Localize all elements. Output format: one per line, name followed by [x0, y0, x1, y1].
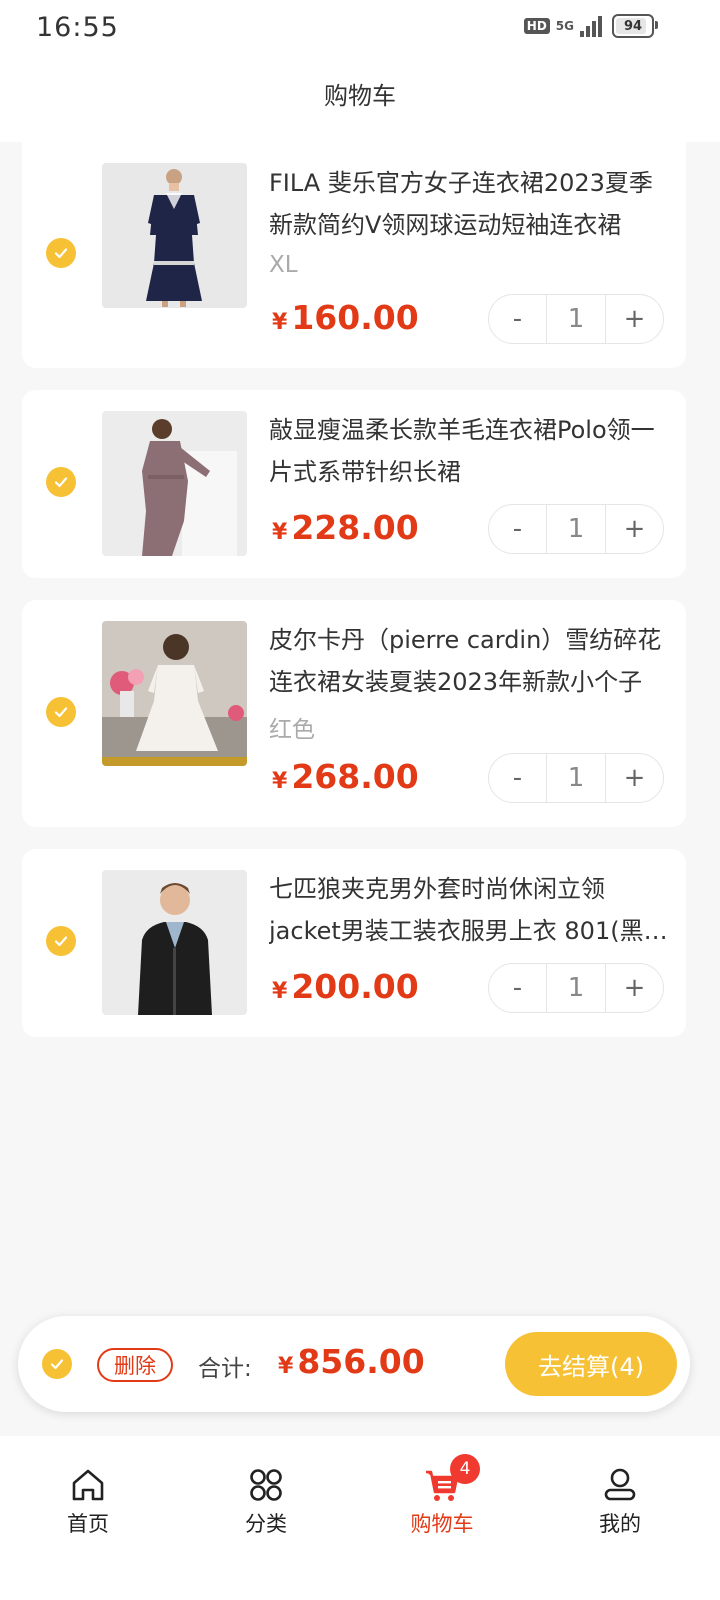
decrease-button[interactable]: -	[489, 295, 546, 343]
currency-symbol: ¥	[272, 979, 288, 1004]
product-name[interactable]: 七匹狼夹克男外套时尚休闲立领jacket男装工装衣服男上衣 801(黑色)	[269, 868, 669, 952]
price-value: 160.00	[291, 298, 419, 337]
category-icon	[250, 1469, 282, 1501]
currency-symbol: ¥	[278, 1354, 294, 1379]
currency-symbol: ¥	[272, 520, 288, 545]
cart-item: 皮尔卡丹（pierre cardin）雪纺碎花连衣裙女装夏装2023年新款小个子…	[22, 600, 686, 827]
quantity-input[interactable]: 1	[546, 505, 606, 553]
product-price: ¥228.00	[272, 508, 419, 547]
quantity-input[interactable]: 1	[546, 295, 606, 343]
total-value: 856.00	[297, 1342, 425, 1381]
quantity-input[interactable]: 1	[546, 964, 606, 1012]
quantity-input[interactable]: 1	[546, 754, 606, 802]
system-icons: HD 5G 94	[523, 14, 658, 38]
tab-label: 购物车	[410, 1512, 474, 1536]
item-checkbox[interactable]	[46, 238, 76, 268]
increase-button[interactable]: +	[606, 505, 663, 553]
cart-item: 七匹狼夹克男外套时尚休闲立领jacket男装工装衣服男上衣 801(黑色) ¥2…	[22, 849, 686, 1037]
product-image[interactable]	[102, 411, 247, 556]
tab-home[interactable]: 首页	[38, 1466, 138, 1538]
product-image[interactable]	[102, 163, 247, 308]
product-image[interactable]	[102, 621, 247, 766]
increase-button[interactable]: +	[606, 964, 663, 1012]
check-icon	[54, 936, 68, 947]
tab-label: 分类	[245, 1512, 287, 1536]
cart-item: 敲显瘦温柔长款羊毛连衣裙Polo领一片式系带针织长裙 ¥228.00 - 1 +	[22, 390, 686, 578]
cart-badge: 4	[450, 1454, 480, 1484]
status-bar: 16:55 HD 5G 94	[0, 0, 720, 56]
product-spec: XL	[269, 252, 298, 278]
select-all-checkbox[interactable]	[42, 1349, 72, 1379]
signal-icon	[580, 15, 602, 37]
item-checkbox[interactable]	[46, 926, 76, 956]
status-time: 16:55	[36, 12, 119, 43]
delete-button[interactable]: 删除	[97, 1348, 173, 1382]
total-price: ¥856.00	[278, 1342, 425, 1381]
checkout-bar: 删除 合计: ¥856.00 去结算(4)	[18, 1316, 690, 1412]
page-title: 购物车	[324, 82, 396, 110]
currency-symbol: ¥	[272, 310, 288, 335]
tab-profile[interactable]: 我的	[570, 1466, 670, 1538]
decrease-button[interactable]: -	[489, 505, 546, 553]
home-icon	[72, 1469, 104, 1501]
increase-button[interactable]: +	[606, 754, 663, 802]
quantity-stepper: - 1 +	[488, 963, 664, 1013]
item-checkbox[interactable]	[46, 697, 76, 727]
tab-category[interactable]: 分类	[216, 1466, 316, 1538]
battery-icon: 94	[612, 14, 658, 38]
quantity-stepper: - 1 +	[488, 753, 664, 803]
product-spec: 红色	[269, 717, 315, 743]
price-value: 200.00	[291, 967, 419, 1006]
price-value: 268.00	[291, 757, 419, 796]
quantity-stepper: - 1 +	[488, 504, 664, 554]
tab-cart[interactable]: 4 购物车	[392, 1454, 492, 1538]
checkout-button[interactable]: 去结算(4)	[505, 1332, 677, 1396]
product-name[interactable]: 皮尔卡丹（pierre cardin）雪纺碎花连衣裙女装夏装2023年新款小个子	[269, 619, 669, 703]
battery-level: 94	[623, 18, 643, 34]
user-icon	[604, 1468, 636, 1501]
currency-symbol: ¥	[272, 769, 288, 794]
check-icon	[54, 248, 68, 259]
tab-label: 首页	[67, 1512, 109, 1536]
product-price: ¥268.00	[272, 757, 419, 796]
check-icon	[54, 477, 68, 488]
check-icon	[50, 1359, 64, 1370]
item-checkbox[interactable]	[46, 467, 76, 497]
cart-item: FILA 斐乐官方女子连衣裙2023夏季新款简约V领网球运动短袖连衣裙 XL ¥…	[22, 142, 686, 368]
hd-icon: HD	[523, 18, 550, 34]
increase-button[interactable]: +	[606, 295, 663, 343]
total-label: 合计:	[198, 1356, 252, 1382]
product-price: ¥200.00	[272, 967, 419, 1006]
check-icon	[54, 707, 68, 718]
bottom-tab-bar: 首页 分类 4 购物车 我的	[0, 1436, 720, 1600]
price-value: 228.00	[291, 508, 419, 547]
product-image[interactable]	[102, 870, 247, 1015]
decrease-button[interactable]: -	[489, 754, 546, 802]
network-label: 5G	[555, 19, 574, 33]
product-name[interactable]: FILA 斐乐官方女子连衣裙2023夏季新款简约V领网球运动短袖连衣裙	[269, 162, 669, 246]
decrease-button[interactable]: -	[489, 964, 546, 1012]
tab-label: 我的	[599, 1512, 641, 1536]
quantity-stepper: - 1 +	[488, 294, 664, 344]
page-header: 购物车	[0, 56, 720, 142]
product-name[interactable]: 敲显瘦温柔长款羊毛连衣裙Polo领一片式系带针织长裙	[269, 409, 669, 493]
product-price: ¥160.00	[272, 298, 419, 337]
